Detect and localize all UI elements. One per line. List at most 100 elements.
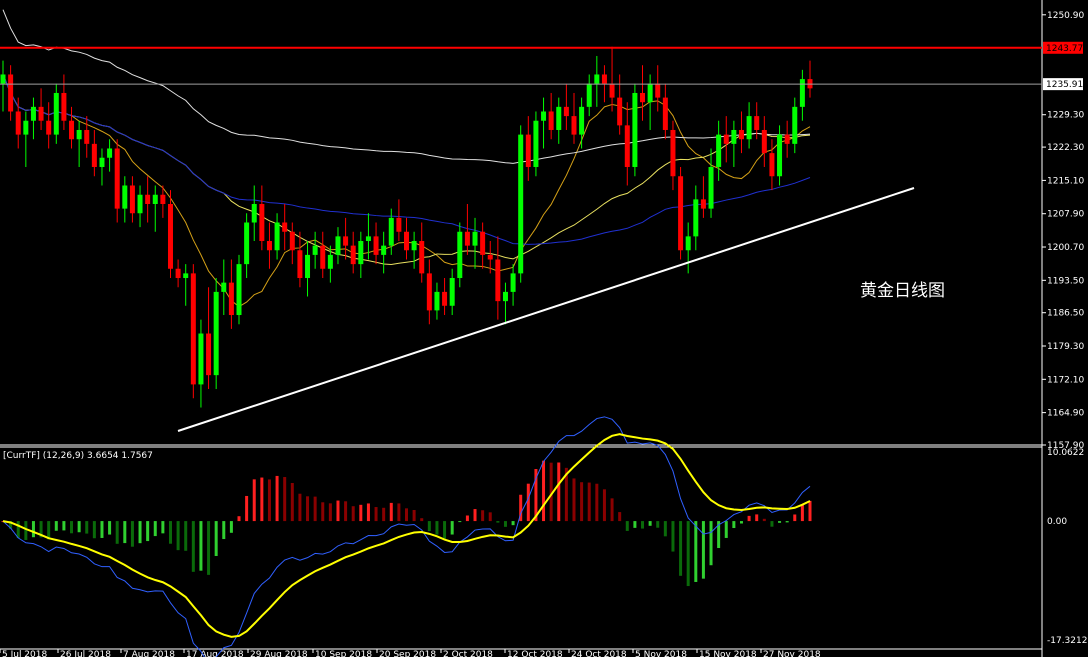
candle-body bbox=[198, 333, 204, 385]
candle-body bbox=[518, 134, 524, 274]
time-tick-label: 17 Aug 2018 bbox=[186, 650, 244, 657]
candle-body bbox=[15, 111, 21, 135]
candle-body bbox=[137, 194, 143, 214]
macd-histogram-bar bbox=[229, 521, 233, 533]
time-tick-label: 26 Jul 2018 bbox=[60, 650, 111, 657]
candle-body bbox=[609, 83, 615, 98]
candle-body bbox=[312, 245, 318, 255]
candle-body bbox=[655, 83, 661, 98]
macd-histogram-bar bbox=[473, 509, 477, 522]
candle-body bbox=[221, 282, 227, 292]
macd-histogram-bar bbox=[610, 498, 614, 522]
candle-body bbox=[525, 134, 531, 167]
macd-histogram-bar bbox=[701, 521, 705, 579]
macd-histogram-bar bbox=[252, 479, 256, 522]
candle-body bbox=[777, 134, 783, 177]
macd-histogram-bar bbox=[762, 518, 766, 522]
macd-histogram-bar bbox=[237, 516, 241, 522]
macd-histogram-bar bbox=[496, 521, 500, 523]
candle-body bbox=[107, 148, 113, 158]
macd-histogram-bar bbox=[503, 521, 507, 527]
macd-histogram-bar bbox=[359, 504, 363, 522]
macd-histogram-bar bbox=[207, 521, 211, 575]
candle-body bbox=[91, 143, 97, 167]
candle-body bbox=[624, 125, 630, 167]
candle-body bbox=[152, 194, 158, 204]
time-tick-label: 5 Jul 2018 bbox=[2, 650, 47, 657]
macd-histogram-bar bbox=[184, 521, 188, 551]
candle-body bbox=[571, 116, 577, 135]
candle-body bbox=[449, 278, 455, 306]
candle-body bbox=[426, 273, 432, 311]
macd-histogram-bar bbox=[679, 521, 683, 576]
candle-body bbox=[586, 83, 592, 107]
candle-body bbox=[419, 241, 425, 274]
candle-body bbox=[685, 236, 691, 251]
macd-histogram-bar bbox=[808, 500, 812, 522]
macd-histogram-bar bbox=[739, 521, 743, 524]
candle-body bbox=[472, 231, 478, 246]
macd-histogram-bar bbox=[412, 509, 416, 522]
macd-histogram-bar bbox=[595, 483, 599, 522]
macd-tick-label: -17.3212 bbox=[1047, 636, 1087, 646]
candle-body bbox=[457, 231, 463, 279]
candle-body bbox=[434, 291, 440, 311]
time-tick-label: 10 Sep 2018 bbox=[315, 650, 372, 657]
macd-histogram-bar bbox=[625, 521, 629, 531]
candle-body bbox=[510, 273, 516, 292]
candle-body bbox=[662, 97, 668, 130]
candle-body bbox=[0, 74, 6, 84]
macd-histogram-bar bbox=[382, 507, 386, 522]
macd-histogram-bar bbox=[663, 521, 667, 537]
candle-body bbox=[61, 92, 67, 121]
macd-histogram-bar bbox=[458, 521, 462, 523]
macd-histogram-bar bbox=[405, 508, 408, 522]
candle-body bbox=[716, 134, 722, 167]
candle-body bbox=[670, 129, 676, 177]
macd-histogram-bar bbox=[77, 521, 81, 533]
price-tick-label: 1193.50 bbox=[1047, 276, 1084, 286]
candle-body bbox=[502, 291, 508, 302]
price-tick-label: 1222.30 bbox=[1047, 143, 1084, 153]
candle-body bbox=[442, 291, 448, 306]
candle-body bbox=[266, 241, 272, 251]
candle-body bbox=[289, 231, 295, 251]
macd-histogram-bar bbox=[443, 521, 447, 539]
macd-histogram-bar bbox=[724, 521, 728, 538]
macd-histogram-bar bbox=[275, 475, 279, 522]
macd-histogram-bar bbox=[587, 482, 591, 522]
candle-body bbox=[792, 106, 798, 144]
candle-body bbox=[84, 129, 90, 144]
macd-histogram-bar bbox=[328, 503, 332, 522]
macd-histogram-bar bbox=[138, 521, 142, 544]
price-tick-label: 1186.50 bbox=[1047, 309, 1084, 319]
candle-body bbox=[320, 245, 326, 269]
macd-histogram-bar bbox=[24, 521, 28, 540]
candle-body bbox=[640, 92, 646, 103]
macd-histogram-bar bbox=[526, 483, 530, 522]
macd-histogram-bar bbox=[389, 502, 393, 522]
candle-body bbox=[464, 231, 470, 246]
macd-histogram-bar bbox=[168, 521, 172, 544]
macd-histogram-bar bbox=[283, 477, 287, 522]
candle-body bbox=[617, 97, 623, 126]
macd-label: [CurrTF] (12,26,9) 3.6654 1.7567 bbox=[3, 451, 153, 461]
candle-body bbox=[305, 254, 311, 279]
candle-body bbox=[480, 231, 486, 255]
candle-body bbox=[563, 106, 569, 117]
macd-histogram-bar bbox=[16, 521, 20, 539]
macd-histogram-bar bbox=[344, 501, 348, 522]
time-tick-label: 15 Nov 2018 bbox=[699, 650, 757, 657]
macd-histogram-bar bbox=[214, 521, 218, 557]
candle-body bbox=[114, 148, 120, 209]
candle-body bbox=[693, 199, 699, 237]
macd-histogram-bar bbox=[92, 521, 96, 539]
candle-body bbox=[69, 120, 75, 140]
macd-histogram-bar bbox=[298, 493, 302, 522]
candle-body bbox=[373, 236, 379, 255]
candle-body bbox=[548, 111, 554, 130]
candle-body bbox=[46, 120, 52, 135]
candle-body bbox=[396, 217, 402, 232]
macd-histogram-bar bbox=[793, 514, 797, 522]
candle-body bbox=[327, 254, 333, 269]
